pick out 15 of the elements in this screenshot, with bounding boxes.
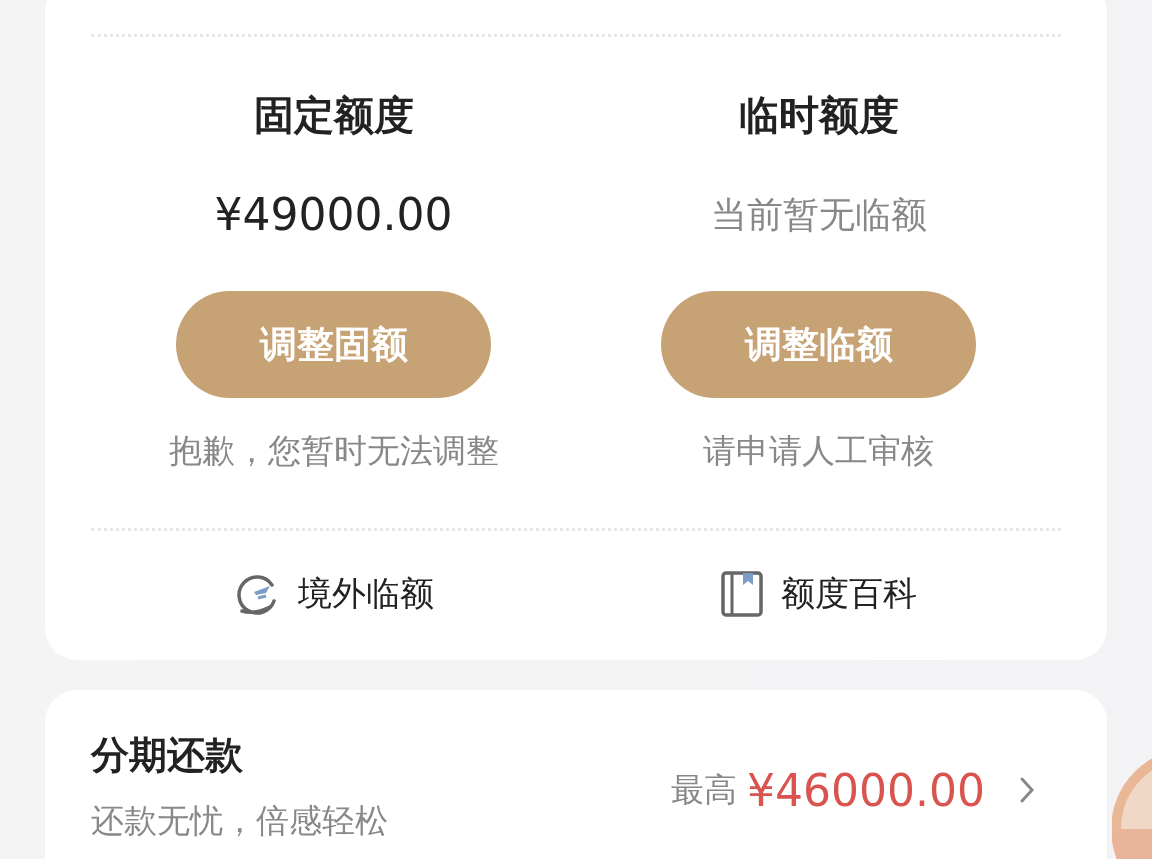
quick-link[interactable]: 境外临额 bbox=[233, 571, 434, 617]
installment-subtitle: 还款无忧，倍感轻松 bbox=[91, 800, 388, 842]
limit-note: 抱歉，您暂时无法调整 bbox=[168, 430, 499, 472]
chevron-right-icon bbox=[1019, 776, 1035, 804]
max-label: 最高 bbox=[671, 768, 738, 811]
limit-amount: 当前暂无临额 bbox=[710, 193, 927, 237]
max-amount: ¥46000.00 bbox=[747, 764, 985, 816]
installment-card[interactable]: 分期还款 还款无忧，倍感轻松 最高 ¥46000.00 bbox=[45, 690, 1107, 859]
limit-title: 临时额度 bbox=[738, 91, 899, 140]
limit-title: 固定额度 bbox=[253, 91, 414, 140]
limit-amount: ¥49000.00 bbox=[214, 188, 453, 242]
installment-title: 分期还款 bbox=[91, 732, 244, 779]
limit-note: 请申请人工审核 bbox=[703, 430, 934, 472]
quick-link[interactable]: 额度百科 bbox=[720, 571, 917, 617]
book-icon bbox=[720, 571, 763, 617]
